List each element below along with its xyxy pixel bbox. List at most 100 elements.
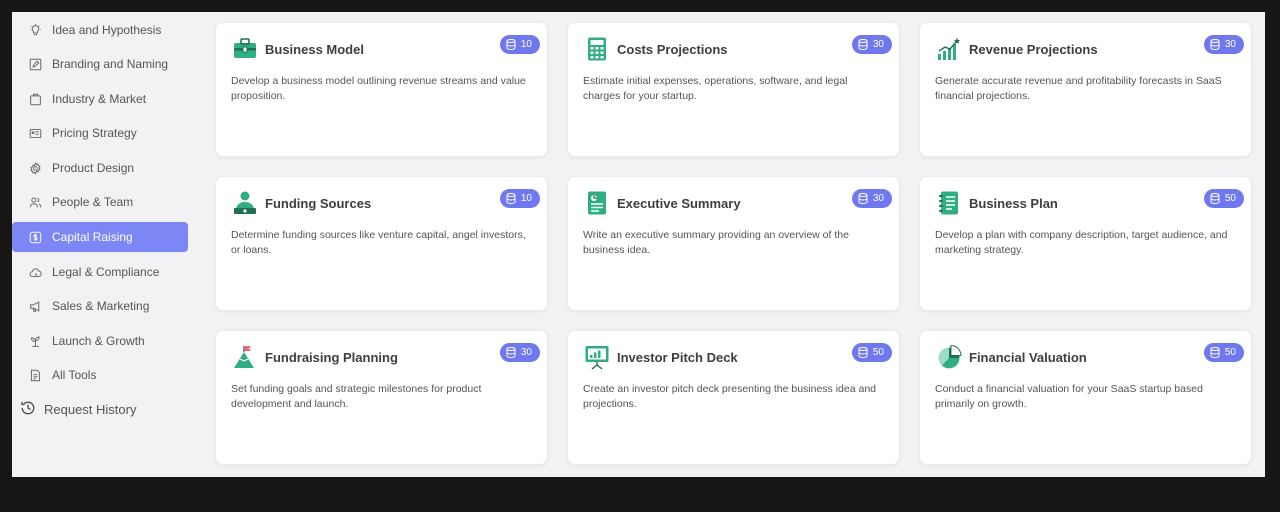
card-description: Set funding goals and strategic mileston… — [231, 383, 482, 410]
sidebar-item-branding-and-naming[interactable]: Branding and Naming — [12, 49, 188, 79]
toolbox-icon — [232, 36, 258, 62]
tool-card-investor-pitch-deck[interactable]: Investor Pitch Deck 50 Create an investo… — [567, 330, 900, 465]
credit-value: 10 — [520, 39, 532, 50]
tool-card-fundraising-planning[interactable]: Fundraising Planning 30 Set funding goal… — [215, 330, 548, 465]
sidebar-item-label: Industry & Market — [52, 92, 147, 106]
credit-value: 10 — [520, 193, 532, 204]
sidebar-item-legal-and-compliance[interactable]: Legal & Compliance — [12, 257, 188, 287]
tool-card-revenue-projections[interactable]: Revenue Projections 30 Generate accurate… — [919, 22, 1252, 157]
sidebar-item-sales-and-marketing[interactable]: Sales & Marketing — [12, 291, 188, 321]
presentation-icon — [584, 344, 610, 370]
lightbulb-icon — [29, 23, 42, 37]
tool-card-financial-valuation[interactable]: Financial Valuation 50 Conduct a financi… — [919, 330, 1252, 465]
sidebar-item-label: Sales & Marketing — [52, 299, 150, 313]
tool-card-funding-sources[interactable]: Funding Sources 10 Determine funding sou… — [215, 176, 548, 311]
card-description: Conduct a financial valuation for your S… — [935, 383, 1203, 410]
database-icon — [1210, 347, 1220, 358]
sidebar-item-label: Product Design — [52, 161, 135, 175]
credit-value: 50 — [1224, 193, 1236, 204]
card-title: Business Plan — [969, 196, 1058, 211]
sidebar-item-label: Legal & Compliance — [52, 265, 160, 279]
credit-badge: 30 — [851, 189, 892, 208]
card-title: Executive Summary — [617, 196, 741, 211]
card-title: Fundraising Planning — [265, 350, 398, 365]
credit-value: 30 — [520, 347, 532, 358]
sidebar: Idea and Hypothesis Branding and Naming … — [12, 12, 202, 477]
credit-value: 50 — [1224, 347, 1236, 358]
app-window: Idea and Hypothesis Branding and Naming … — [12, 12, 1265, 477]
request-history-label: Request History — [44, 402, 137, 417]
credit-value: 30 — [872, 193, 884, 204]
pie-chart-icon — [936, 344, 962, 370]
database-icon — [1210, 193, 1220, 204]
sidebar-item-pricing-strategy[interactable]: Pricing Strategy — [12, 118, 188, 148]
calculator-icon — [584, 36, 610, 62]
investor-icon — [232, 190, 258, 216]
sidebar-item-idea-and-hypothesis[interactable]: Idea and Hypothesis — [12, 15, 188, 45]
credit-badge: 50 — [851, 343, 892, 362]
card-title: Funding Sources — [265, 196, 372, 211]
document-icon — [29, 369, 42, 382]
credit-badge: 10 — [499, 189, 540, 208]
card-title: Revenue Projections — [969, 42, 1098, 57]
sidebar-item-label: Branding and Naming — [52, 57, 169, 71]
card-title: Investor Pitch Deck — [617, 350, 738, 365]
credit-badge: 50 — [1203, 189, 1244, 208]
card-title: Costs Projections — [617, 42, 728, 57]
database-icon — [1210, 39, 1220, 50]
people-icon — [29, 196, 42, 209]
mountain-flag-icon — [232, 344, 258, 370]
sidebar-item-industry-and-market[interactable]: Industry & Market — [12, 84, 188, 114]
credit-value: 30 — [1224, 39, 1236, 50]
database-icon — [858, 193, 868, 204]
credit-value: 30 — [872, 39, 884, 50]
plant-icon — [29, 335, 42, 348]
card-description: Develop a business model outlining reven… — [231, 75, 526, 102]
tool-card-business-model[interactable]: Business Model 10 Develop a business mod… — [215, 22, 548, 157]
price-tag-icon — [29, 127, 42, 140]
sidebar-item-label: Launch & Growth — [52, 334, 145, 348]
edit-icon — [29, 58, 42, 71]
credit-badge: 30 — [499, 343, 540, 362]
sidebar-item-product-design[interactable]: Product Design — [12, 153, 188, 183]
bar-chart-icon — [936, 36, 962, 62]
card-description: Write an executive summary providing an … — [583, 229, 849, 256]
card-title: Business Model — [265, 42, 364, 57]
sidebar-item-launch-and-growth[interactable]: Launch & Growth — [12, 326, 188, 356]
credit-badge: 10 — [499, 35, 540, 54]
sidebar-item-label: Idea and Hypothesis — [52, 23, 162, 37]
database-icon — [858, 39, 868, 50]
card-description: Determine funding sources like venture c… — [231, 229, 526, 256]
credit-badge: 30 — [851, 35, 892, 54]
tool-card-executive-summary[interactable]: Executive Summary 30 Write an executive … — [567, 176, 900, 311]
card-title: Financial Valuation — [969, 350, 1087, 365]
card-description: Generate accurate revenue and profitabil… — [935, 75, 1222, 102]
card-description: Create an investor pitch deck presenting… — [583, 383, 877, 410]
report-icon — [584, 190, 610, 216]
sidebar-item-label: Pricing Strategy — [52, 126, 137, 140]
database-icon — [506, 39, 516, 50]
sidebar-item-label: People & Team — [52, 195, 134, 209]
sidebar-item-all-tools[interactable]: All Tools — [12, 360, 188, 390]
request-history-link[interactable]: Request History — [20, 400, 136, 419]
card-description: Estimate initial expenses, operations, s… — [583, 75, 848, 102]
tool-card-costs-projections[interactable]: Costs Projections 30 Estimate initial ex… — [567, 22, 900, 157]
database-icon — [506, 347, 516, 358]
credit-badge: 50 — [1203, 343, 1244, 362]
sidebar-item-label: All Tools — [52, 368, 97, 382]
database-icon — [506, 193, 516, 204]
dollar-coin-icon — [29, 231, 42, 244]
cloud-icon — [29, 266, 42, 279]
credit-badge: 30 — [1203, 35, 1244, 54]
notebook-icon — [936, 190, 962, 216]
credit-value: 50 — [872, 347, 884, 358]
briefcase-icon — [29, 93, 42, 106]
tool-card-business-plan[interactable]: Business Plan 50 Develop a plan with com… — [919, 176, 1252, 311]
sidebar-item-label: Capital Raising — [52, 230, 133, 244]
sidebar-item-people-and-team[interactable]: People & Team — [12, 187, 188, 217]
megaphone-icon — [29, 300, 42, 313]
database-icon — [858, 347, 868, 358]
history-icon — [20, 400, 44, 419]
sidebar-item-capital-raising[interactable]: Capital Raising — [12, 222, 188, 252]
gear-icon — [29, 161, 42, 175]
